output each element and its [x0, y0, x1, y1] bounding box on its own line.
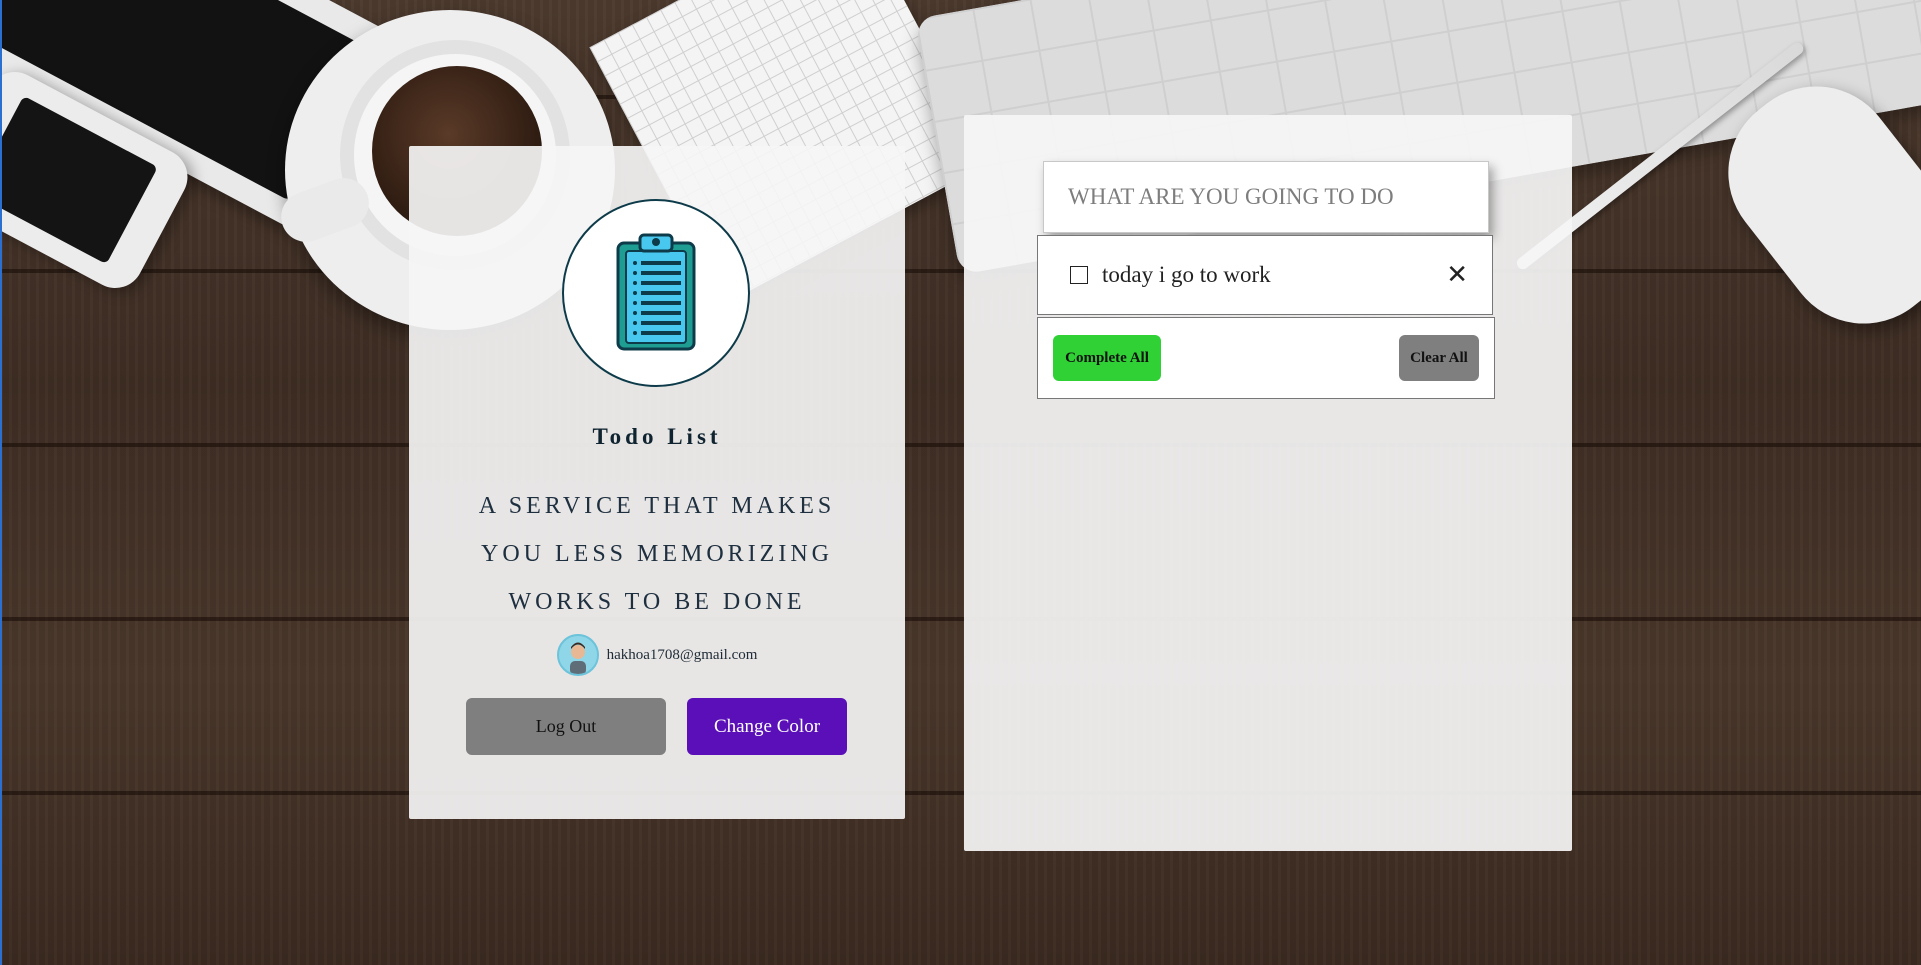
- app-title: Todo List: [592, 424, 722, 449]
- tagline: A SERVICE THAT MAKES YOU LESS MEMORIZING…: [478, 493, 836, 615]
- user-info: hakhoa1708@gmail.com: [409, 634, 905, 676]
- clear-all-button[interactable]: Clear All: [1399, 335, 1479, 381]
- change-color-button[interactable]: Change Color: [687, 698, 847, 755]
- user-avatar-icon: [556, 634, 599, 676]
- todo-item: today i go to work ✕: [1037, 235, 1493, 315]
- todo-footer: Complete All Clear All: [1037, 317, 1495, 399]
- profile-card: Todo List A SERVICE THAT MAKES YOU LESS …: [409, 146, 905, 819]
- todo-panel: today i go to work ✕ Complete All Clear …: [964, 115, 1572, 851]
- logout-button[interactable]: Log Out: [466, 698, 666, 755]
- clipboard-list-icon: [616, 233, 696, 351]
- close-icon[interactable]: ✕: [1446, 262, 1468, 288]
- todo-text: today i go to work: [1102, 262, 1271, 287]
- todo-checkbox[interactable]: [1070, 266, 1088, 284]
- window-edge: [0, 0, 2, 965]
- complete-all-button[interactable]: Complete All: [1053, 335, 1161, 381]
- logo-badge: [562, 199, 750, 387]
- todo-list: today i go to work ✕: [1037, 235, 1493, 315]
- desk-background: [0, 0, 1921, 965]
- user-email: hakhoa1708@gmail.com: [606, 646, 758, 663]
- todo-input[interactable]: [1043, 161, 1489, 233]
